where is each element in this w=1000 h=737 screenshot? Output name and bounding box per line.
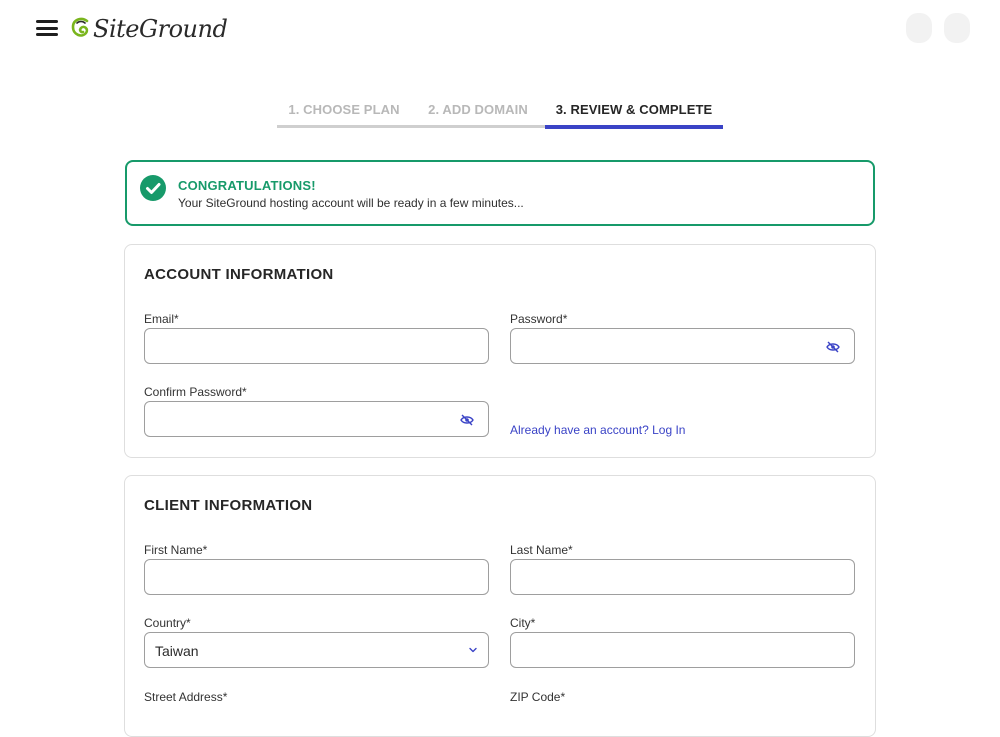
first-name-field[interactable] — [144, 559, 489, 595]
logo-wordmark: SiteGround — [93, 15, 228, 43]
last-name-field[interactable] — [510, 559, 855, 595]
toggle-confirm-password-visibility-icon[interactable] — [460, 414, 474, 426]
header-action-button-2[interactable] — [944, 13, 970, 43]
zip-code-label: ZIP Code* — [510, 690, 566, 704]
country-select[interactable]: Taiwan — [144, 632, 489, 668]
street-address-label: Street Address* — [144, 690, 228, 704]
country-label: Country* — [144, 616, 191, 630]
account-information-card: ACCOUNT INFORMATION Email* Password* Con… — [124, 244, 876, 458]
last-name-label: Last Name* — [510, 543, 573, 557]
login-link[interactable]: Already have an account? Log In — [510, 423, 685, 437]
country-selected-value: Taiwan — [155, 643, 199, 659]
banner-message: Your SiteGround hosting account will be … — [178, 196, 524, 210]
confirm-password-label: Confirm Password* — [144, 385, 247, 399]
password-label: Password* — [510, 312, 568, 326]
hamburger-menu-icon[interactable] — [36, 20, 58, 36]
confirm-password-field[interactable] — [144, 401, 489, 437]
city-label: City* — [510, 616, 536, 630]
success-banner: CONGRATULATIONS! Your SiteGround hosting… — [125, 160, 875, 226]
password-field[interactable] — [510, 328, 855, 364]
client-information-card: CLIENT INFORMATION First Name* Last Name… — [124, 475, 876, 737]
siteground-logo-icon — [71, 17, 89, 37]
email-label: Email* — [144, 312, 179, 326]
step-review-complete[interactable]: 3. REVIEW & COMPLETE — [545, 102, 723, 128]
first-name-label: First Name* — [144, 543, 208, 557]
siteground-logo[interactable]: SiteGround — [70, 12, 228, 46]
step-add-domain[interactable]: 2. ADD DOMAIN — [411, 102, 545, 128]
client-section-title: CLIENT INFORMATION — [144, 497, 313, 514]
step-choose-plan[interactable]: 1. CHOOSE PLAN — [277, 102, 411, 128]
banner-title: CONGRATULATIONS! — [178, 178, 316, 193]
chevron-down-icon — [469, 647, 477, 653]
checkmark-circle-icon — [140, 175, 166, 201]
toggle-password-visibility-icon[interactable] — [826, 341, 840, 353]
account-section-title: ACCOUNT INFORMATION — [144, 266, 334, 283]
city-field[interactable] — [510, 632, 855, 668]
header-action-button-1[interactable] — [906, 13, 932, 43]
email-field[interactable] — [144, 328, 489, 364]
